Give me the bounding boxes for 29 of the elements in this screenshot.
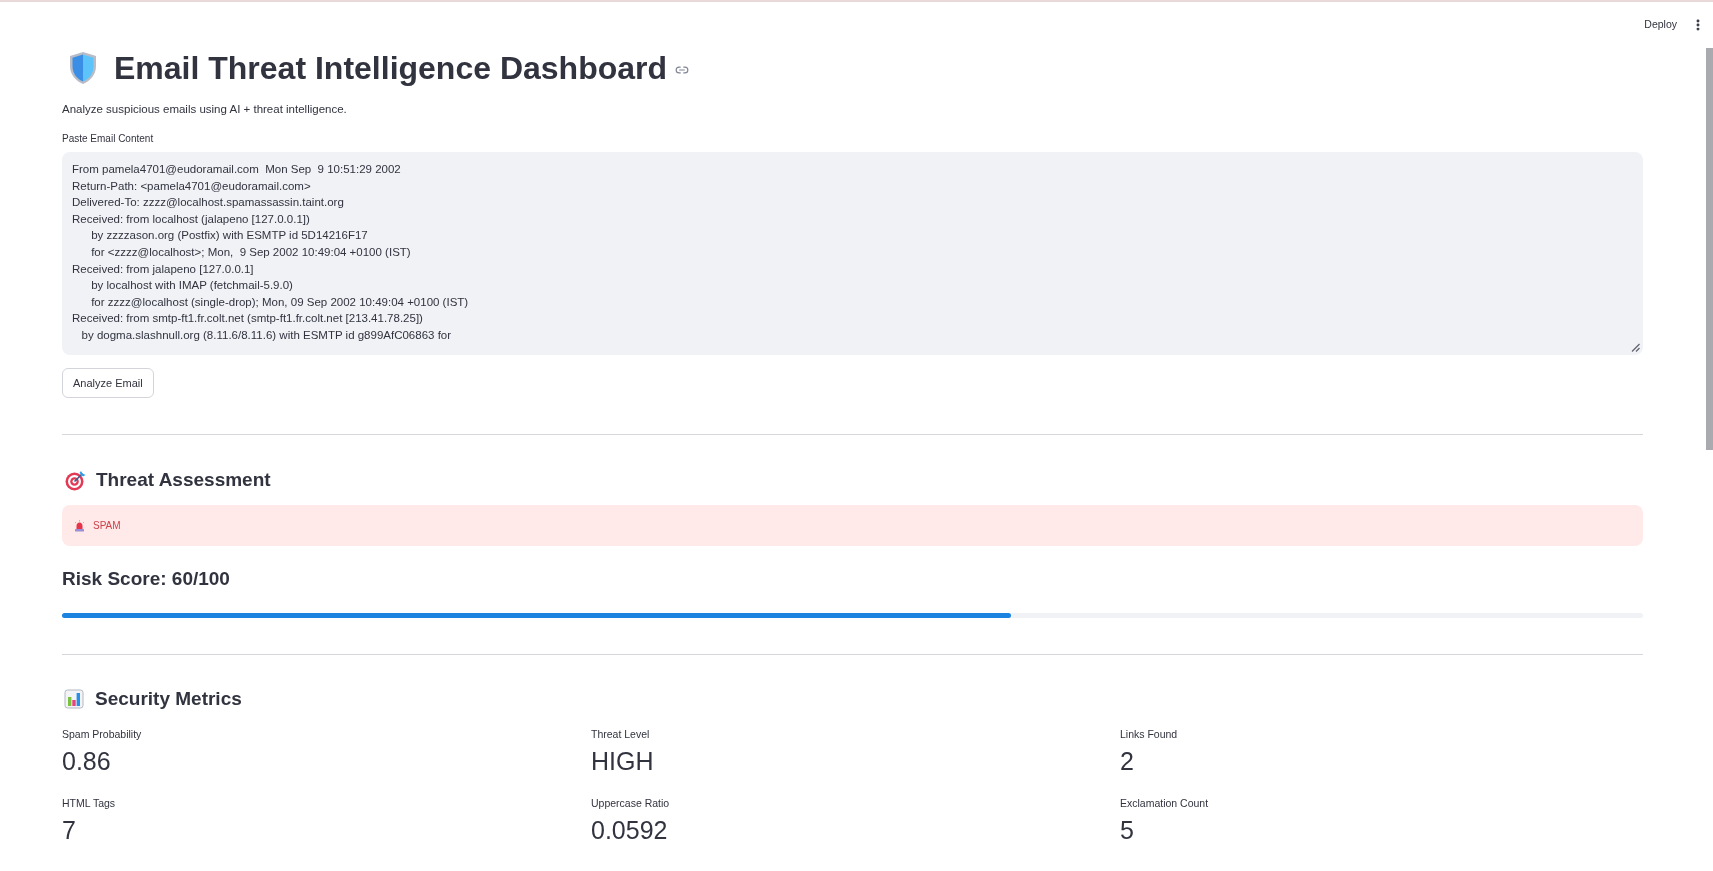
email-content-textarea[interactable]: From pamela4701@eudoramail.com Mon Sep 9 10:51:29 2002 Return-Path: <pamela4701@eudoramail.com> Delivered-To: zzzz@localhost.spamassassin.taint.org Received: from localhost (jalapeno [127.0.0.1]) by zzzzason.org (Postfix) with ESMTP id 5D14216F17 for <zzzz@localhost>; Mon, 9 Sep 2002 10:49:04 +0100 (IST) Received: from jalapeno [127.0.0.1] by localhost with IMAP (fetchmail-5.9.0) for zzzz@localhost (single-drop); Mon, 09 Sep 2002 10:49:04 +0100 (IST) Received: from smtp-ft1.fr.colt.net (smtp-ft1.fr.colt.net [213.41.78.25]) by dogma.slashnull.org (8.11.6/8.11.6) with ESMTP id g899AfC06863 for — [62, 152, 1643, 355]
metric-label: Uppercase Ratio — [591, 796, 670, 810]
section-heading: Threat Assessment — [96, 468, 271, 492]
bar-chart-icon — [64, 689, 84, 709]
shield-icon — [68, 51, 98, 85]
alert-text: SPAM — [93, 519, 121, 533]
page-title: Email Threat Intelligence Dashboard — [114, 49, 668, 88]
metric-label: Spam Probability — [62, 727, 142, 741]
siren-icon — [74, 519, 85, 532]
metric-value: HIGH — [591, 746, 654, 777]
risk-score-label: Risk Score: 60/100 — [62, 567, 230, 591]
metric-value: 5 — [1120, 815, 1134, 846]
metric-value: 7 — [62, 815, 76, 846]
resize-handle-icon[interactable] — [1631, 343, 1640, 352]
section-heading: Security Metrics — [95, 687, 242, 711]
metric-label: Links Found — [1120, 727, 1178, 741]
email-input-label: Paste Email Content — [62, 132, 154, 146]
metric-label: Exclamation Count — [1120, 796, 1209, 810]
target-dart-icon — [65, 469, 86, 491]
analyze-email-button[interactable]: Analyze Email — [62, 368, 154, 398]
metric-label: Threat Level — [591, 727, 650, 741]
metric-value: 0.86 — [62, 746, 111, 777]
link-icon[interactable] — [675, 63, 690, 77]
metric-value: 2 — [1120, 746, 1134, 777]
scrollbar-thumb[interactable] — [1706, 48, 1713, 450]
page-subtitle: Analyze suspicious emails using AI + threat intelligence. — [62, 102, 347, 117]
deploy-button[interactable]: Deploy — [1640, 15, 1681, 35]
metric-value: 0.0592 — [591, 815, 668, 846]
metric-label: HTML Tags — [62, 796, 116, 810]
